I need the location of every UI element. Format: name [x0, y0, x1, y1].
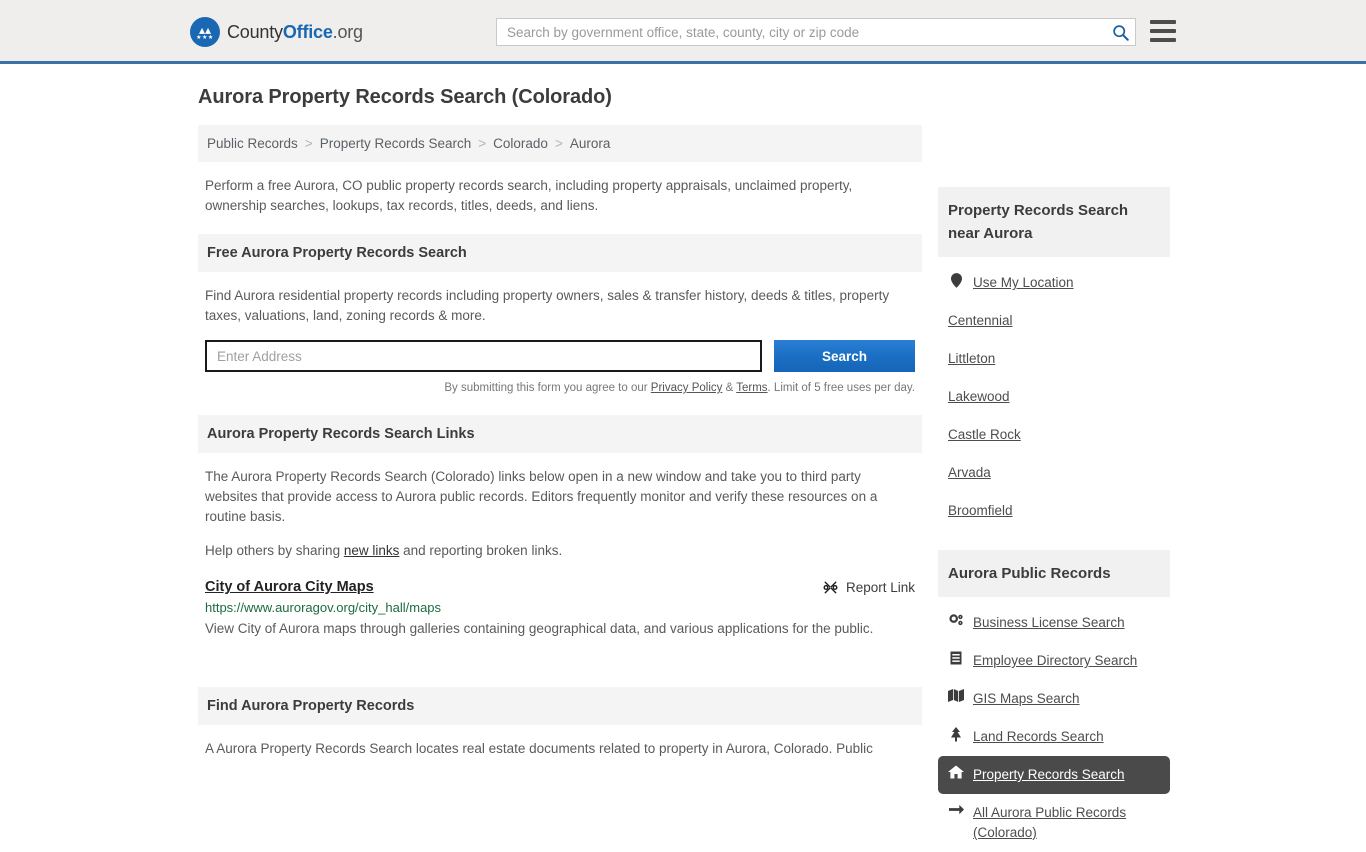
- hamburger-menu-icon[interactable]: [1150, 20, 1176, 42]
- public-record-link[interactable]: Property Records Search: [973, 765, 1125, 785]
- address-input[interactable]: [205, 340, 762, 372]
- fineprint-amp: &: [722, 382, 737, 394]
- logo-wordmark: CountyOffice.org: [227, 22, 363, 43]
- sidebar-item-broomfield[interactable]: Broomfield: [938, 492, 1170, 530]
- link-entry-header: City of Aurora City Maps Report Link: [205, 579, 915, 595]
- terms-link[interactable]: Terms: [736, 382, 767, 394]
- find-records-heading: Find Aurora Property Records: [198, 687, 922, 725]
- sidebar-item-littleton[interactable]: Littleton: [938, 340, 1170, 378]
- gears-icon: [948, 613, 964, 627]
- logo-text-county: County: [227, 21, 283, 42]
- logo-text-org: .org: [332, 21, 363, 42]
- link-entry-description: View City of Aurora maps through galleri…: [205, 621, 874, 636]
- hamburger-bar: [1150, 20, 1176, 24]
- sidebar-nearby-list: Use My Location Centennial Littleton Lak…: [938, 257, 1170, 530]
- link-entry-title[interactable]: City of Aurora City Maps: [205, 579, 374, 595]
- breadcrumb-item-property-records-search[interactable]: Property Records Search: [320, 136, 472, 151]
- city-link[interactable]: Arvada: [948, 463, 991, 483]
- search-icon[interactable]: [1105, 19, 1135, 45]
- sidebar-item-gis-maps-search[interactable]: GIS Maps Search: [938, 680, 1170, 718]
- arrow-right-icon: [948, 803, 964, 816]
- help-after: and reporting broken links.: [399, 543, 563, 558]
- city-link[interactable]: Centennial: [948, 311, 1013, 331]
- links-section-heading: Aurora Property Records Search Links: [198, 415, 922, 453]
- sidebar: Property Records Search near Aurora Use …: [938, 187, 1170, 852]
- help-before: Help others by sharing: [205, 543, 344, 558]
- city-link[interactable]: Lakewood: [948, 387, 1010, 407]
- city-link[interactable]: Broomfield: [948, 501, 1013, 521]
- site-logo[interactable]: ▴▴ ★★★ CountyOffice.org: [190, 17, 363, 47]
- links-section-description: The Aurora Property Records Search (Colo…: [205, 469, 878, 524]
- public-record-link[interactable]: All Aurora Public Records (Colorado): [973, 803, 1160, 843]
- free-search-description: Find Aurora residential property records…: [205, 288, 890, 323]
- fineprint-after: . Limit of 5 free uses per day.: [767, 382, 915, 394]
- global-search-input[interactable]: [497, 19, 1105, 45]
- sidebar-public-records-list: Business License Search Employee Directo…: [938, 597, 1170, 852]
- sidebar-item-land-records-search[interactable]: Land Records Search: [938, 718, 1170, 756]
- hamburger-bar: [1150, 38, 1176, 42]
- eagle-glyph: ▴▴: [198, 22, 212, 37]
- public-record-link[interactable]: Business License Search: [973, 613, 1125, 633]
- list-document-icon: [948, 651, 964, 665]
- sidebar-public-records-block: Aurora Public Records Business License S…: [938, 550, 1170, 852]
- logo-text-office: Office: [282, 21, 333, 42]
- breadcrumb-item-aurora: Aurora: [569, 136, 611, 151]
- city-link[interactable]: Castle Rock: [948, 425, 1021, 445]
- broken-link-icon: [823, 581, 838, 593]
- breadcrumb: Public Records > Property Records Search…: [198, 125, 922, 162]
- report-link-label: Report Link: [845, 579, 915, 595]
- map-pin-icon: [948, 273, 964, 288]
- report-link-button[interactable]: Report Link: [823, 580, 915, 595]
- sidebar-near-heading: Property Records Search near Aurora: [938, 187, 1170, 257]
- sidebar-public-records-heading: Aurora Public Records: [938, 550, 1170, 597]
- sidebar-item-property-records-search[interactable]: Property Records Search: [938, 756, 1170, 794]
- search-button[interactable]: Search: [774, 340, 915, 372]
- public-record-link[interactable]: Land Records Search: [973, 727, 1104, 747]
- breadcrumb-separator-icon: >: [478, 136, 487, 151]
- eagle-seal-icon: ▴▴ ★★★: [190, 17, 220, 47]
- sidebar-item-business-license-search[interactable]: Business License Search: [938, 597, 1170, 642]
- page-title: Aurora Property Records Search (Colorado…: [198, 86, 612, 108]
- new-links-link[interactable]: new links: [344, 543, 400, 558]
- breadcrumb-separator-icon: >: [554, 136, 563, 151]
- city-link[interactable]: Littleton: [948, 349, 995, 369]
- global-search-bar[interactable]: [496, 18, 1136, 46]
- tree-icon: [948, 727, 964, 742]
- find-records-text: A Aurora Property Records Search locates…: [205, 741, 873, 756]
- sidebar-item-lakewood[interactable]: Lakewood: [938, 378, 1170, 416]
- sidebar-item-use-my-location[interactable]: Use My Location: [938, 257, 1170, 302]
- folded-map-icon: [948, 689, 964, 702]
- home-icon: [948, 765, 964, 779]
- public-record-link[interactable]: Employee Directory Search: [973, 651, 1137, 671]
- sidebar-item-centennial[interactable]: Centennial: [938, 302, 1170, 340]
- hamburger-bar: [1150, 29, 1176, 33]
- sidebar-item-castle-rock[interactable]: Castle Rock: [938, 416, 1170, 454]
- sidebar-item-all-public-records[interactable]: All Aurora Public Records (Colorado): [938, 794, 1170, 852]
- public-record-link[interactable]: GIS Maps Search: [973, 689, 1080, 709]
- help-others-text: Help others by sharing new links and rep…: [205, 541, 915, 561]
- sidebar-item-employee-directory-search[interactable]: Employee Directory Search: [938, 642, 1170, 680]
- form-fineprint: By submitting this form you agree to our…: [205, 382, 915, 394]
- page-intro-text: Perform a free Aurora, CO public propert…: [205, 178, 853, 213]
- main-content: Aurora Property Records Search (Colorado…: [198, 86, 922, 777]
- use-my-location-link[interactable]: Use My Location: [973, 273, 1074, 293]
- sidebar-item-arvada[interactable]: Arvada: [938, 454, 1170, 492]
- address-search-form: Search: [205, 340, 915, 372]
- breadcrumb-item-colorado[interactable]: Colorado: [493, 136, 548, 151]
- privacy-policy-link[interactable]: Privacy Policy: [651, 382, 723, 394]
- stars-glyph: ★★★: [196, 34, 214, 41]
- breadcrumb-separator-icon: >: [304, 136, 313, 151]
- link-entry: City of Aurora City Maps Report Link htt…: [205, 579, 915, 641]
- link-entry-url: https://www.auroragov.org/city_hall/maps: [205, 600, 442, 615]
- breadcrumb-item-public-records[interactable]: Public Records: [207, 136, 298, 151]
- free-search-heading: Free Aurora Property Records Search: [198, 234, 922, 272]
- fineprint-before: By submitting this form you agree to our: [444, 382, 651, 394]
- site-header: ▴▴ ★★★ CountyOffice.org: [0, 0, 1366, 64]
